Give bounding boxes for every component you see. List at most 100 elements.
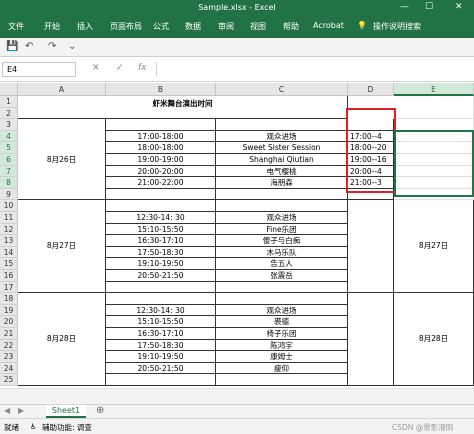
row-header-16[interactable]: 16	[0, 270, 18, 282]
cell[interactable]	[216, 281, 348, 294]
row-header-6[interactable]: 6	[0, 154, 18, 166]
row-header-23[interactable]: 23	[0, 351, 18, 363]
time-cell[interactable]: 20:00-20:00	[106, 165, 216, 178]
column-header-e[interactable]: E	[394, 83, 474, 96]
cell[interactable]	[216, 119, 348, 131]
cell[interactable]	[394, 177, 474, 189]
cell[interactable]	[106, 188, 216, 201]
name-box[interactable]: E4	[2, 62, 76, 77]
cell[interactable]	[216, 188, 348, 201]
act-cell[interactable]: 张震岳	[216, 270, 348, 282]
cell[interactable]	[394, 130, 474, 143]
d-cell[interactable]: 20:00--4	[348, 165, 394, 178]
row-header-25[interactable]: 25	[0, 374, 18, 386]
d-cell[interactable]: 17:00--4	[348, 130, 394, 143]
date-cell-aug28[interactable]: 8月28日	[18, 293, 106, 386]
e-date-cell-aug27[interactable]: 8月27日	[394, 200, 474, 294]
tab-formulas[interactable]: 公式	[153, 21, 169, 32]
maximize-icon[interactable]: ☐	[425, 2, 433, 12]
time-cell[interactable]: 21:00-22:00	[106, 177, 216, 189]
cell-e1[interactable]	[394, 96, 474, 120]
act-cell[interactable]: 瘦仰	[216, 362, 348, 375]
undo-icon[interactable]: ↶	[25, 41, 33, 52]
d-cell[interactable]: 19:00--16	[348, 154, 394, 166]
time-cell[interactable]: 16:30-17:10	[106, 328, 216, 340]
confirm-icon[interactable]: ✓	[116, 63, 124, 73]
tab-help[interactable]: 帮助	[283, 21, 299, 32]
tab-acrobat[interactable]: Acrobat	[313, 21, 344, 30]
act-cell[interactable]: 观众进场	[216, 130, 348, 143]
row-header-22[interactable]: 22	[0, 339, 18, 352]
column-header-c[interactable]: C	[216, 83, 348, 96]
time-cell[interactable]: 19:00-19:00	[106, 154, 216, 166]
column-header-d[interactable]: D	[348, 83, 394, 96]
row-header-7[interactable]: 7	[0, 165, 18, 178]
time-cell[interactable]: 15:10-15:50	[106, 223, 216, 236]
cell[interactable]	[216, 200, 348, 212]
act-cell[interactable]: Sweet Sister Session	[216, 142, 348, 154]
row-header-10[interactable]: 10	[0, 200, 18, 212]
row-header-2[interactable]: 2	[0, 107, 18, 120]
act-cell[interactable]: 康姆士	[216, 351, 348, 363]
time-cell[interactable]: 19:10-19:50	[106, 351, 216, 363]
minimize-icon[interactable]: —	[400, 2, 409, 12]
save-icon[interactable]: 💾	[6, 41, 18, 52]
row-header-21[interactable]: 21	[0, 328, 18, 340]
cell[interactable]	[348, 119, 394, 131]
select-all-corner[interactable]	[0, 83, 18, 96]
act-cell[interactable]: 椅子乐团	[216, 328, 348, 340]
row-header-4[interactable]: 4	[0, 130, 18, 143]
cancel-icon[interactable]: ✕	[92, 63, 100, 73]
tab-view[interactable]: 视图	[250, 21, 266, 32]
redo-icon[interactable]: ↷	[48, 41, 56, 52]
act-cell[interactable]: 木马乐队	[216, 246, 348, 259]
act-cell[interactable]: 海朋森	[216, 177, 348, 189]
sheet-title-cell[interactable]: 虾米舞台演出时间	[18, 96, 348, 120]
tab-data[interactable]: 数据	[185, 21, 201, 32]
horizontal-scrollbar-area[interactable]	[0, 388, 474, 404]
act-cell[interactable]: 观众进场	[216, 304, 348, 317]
time-cell[interactable]: 20:50-21:50	[106, 362, 216, 375]
cell[interactable]	[394, 188, 474, 201]
act-cell[interactable]: Fine乐团	[216, 223, 348, 236]
search-tell-me[interactable]: 操作说明搜索	[373, 21, 421, 32]
worksheet-grid[interactable]: A B C D E 1 2 3 4 5 6 7 8 9 10 11 12 13 14 15 16 17 18 19 2…	[0, 83, 474, 388]
row-header-9[interactable]: 9	[0, 188, 18, 201]
tab-review[interactable]: 审阅	[218, 21, 234, 32]
act-cell[interactable]: Shanghai Qiutian	[216, 154, 348, 166]
row-header-17[interactable]: 17	[0, 281, 18, 294]
time-cell[interactable]: 12:30-14: 30	[106, 212, 216, 224]
cell[interactable]	[106, 119, 216, 131]
act-cell[interactable]: 裘德	[216, 316, 348, 328]
act-cell[interactable]: 电气樱桃	[216, 165, 348, 178]
act-cell[interactable]: 告五人	[216, 258, 348, 270]
row-header-20[interactable]: 20	[0, 316, 18, 328]
column-header-b[interactable]: B	[106, 83, 216, 96]
time-cell[interactable]: 17:50-18:30	[106, 339, 216, 352]
cell[interactable]	[106, 281, 216, 294]
row-header-3[interactable]: 3	[0, 119, 18, 131]
fx-icon[interactable]: fx	[138, 63, 147, 73]
tab-page-layout[interactable]: 页面布局	[110, 21, 142, 32]
cell[interactable]	[394, 165, 474, 178]
cell[interactable]	[106, 293, 216, 305]
cell[interactable]	[348, 188, 394, 201]
cell[interactable]	[216, 374, 348, 386]
time-cell[interactable]: 16:30-17:10	[106, 235, 216, 247]
time-cell[interactable]: 17:50-18:30	[106, 246, 216, 259]
scroll-right-icon[interactable]: ▶	[18, 406, 24, 415]
column-header-a[interactable]: A	[18, 83, 106, 96]
act-cell[interactable]: 傻子与白痴	[216, 235, 348, 247]
close-icon[interactable]: ✕	[455, 2, 463, 12]
date-cell-aug27[interactable]: 8月27日	[18, 200, 106, 294]
scroll-left-icon[interactable]: ◀	[4, 406, 10, 415]
cell[interactable]	[106, 200, 216, 212]
cell[interactable]	[394, 154, 474, 166]
time-cell[interactable]: 15:10-15:50	[106, 316, 216, 328]
customize-qat-icon[interactable]: ⌄	[68, 41, 76, 52]
row-header-15[interactable]: 15	[0, 258, 18, 270]
row-header-11[interactable]: 11	[0, 212, 18, 224]
row-header-14[interactable]: 14	[0, 246, 18, 259]
tab-insert[interactable]: 插入	[77, 21, 93, 32]
sheet-tab-sheet1[interactable]: Sheet1	[46, 405, 86, 418]
